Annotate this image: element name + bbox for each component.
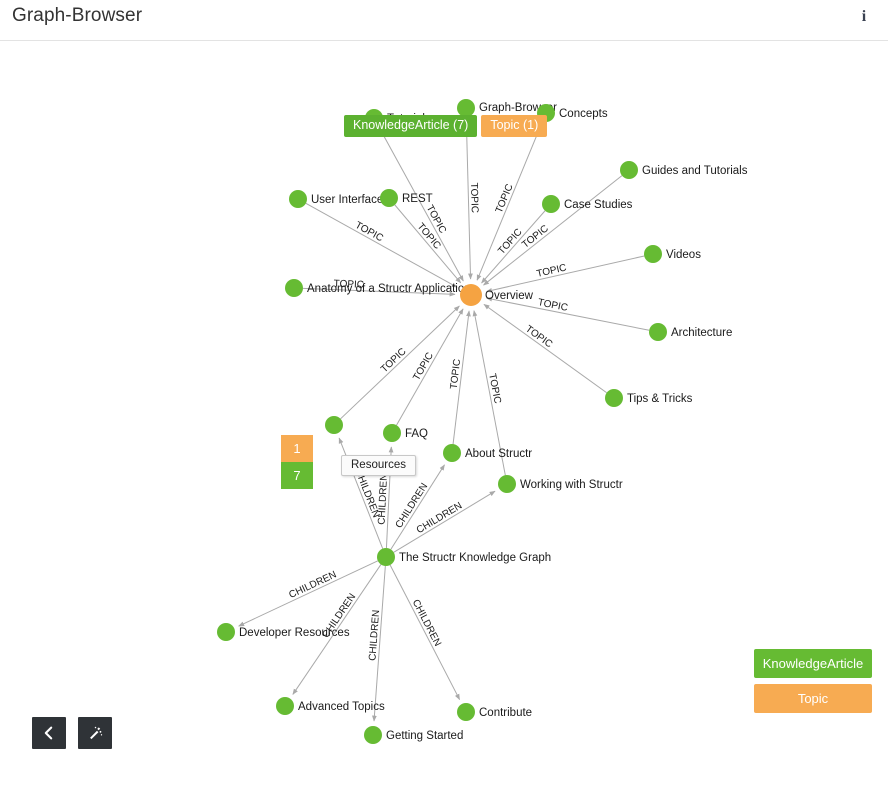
nodes-layer: TutorialsGraph-BrowserConceptsGuides and… bbox=[217, 99, 748, 744]
graph-node[interactable] bbox=[217, 623, 235, 641]
type-filter-chips: KnowledgeArticle (7) Topic (1) bbox=[344, 115, 548, 137]
app-header: Graph-Browser i bbox=[0, 0, 888, 41]
graph-node-label: Getting Started bbox=[386, 730, 463, 742]
graph-node[interactable] bbox=[498, 475, 516, 493]
page-title: Graph-Browser bbox=[12, 5, 143, 26]
graph-node[interactable] bbox=[383, 424, 401, 442]
edge-label: CHILDREN bbox=[287, 569, 338, 601]
node-tooltip: Resources bbox=[341, 455, 416, 476]
graph-node-label: About Structr bbox=[465, 448, 532, 460]
graph-node-label: FAQ bbox=[405, 428, 428, 440]
graph-node[interactable] bbox=[289, 190, 307, 208]
graph-node-label: Tips & Tricks bbox=[627, 393, 693, 405]
graph-node[interactable] bbox=[377, 548, 395, 566]
graph-node[interactable] bbox=[380, 189, 398, 207]
graph-node-label: Case Studies bbox=[564, 199, 633, 211]
graph-node[interactable] bbox=[644, 245, 662, 263]
legend-item-green[interactable]: KnowledgeArticle bbox=[754, 649, 872, 678]
graph-node[interactable] bbox=[542, 195, 560, 213]
graph-node-label: REST bbox=[402, 193, 433, 205]
graph-node[interactable] bbox=[276, 697, 294, 715]
type-chip-1[interactable]: Topic (1) bbox=[481, 115, 548, 137]
counter-orange[interactable]: 1 bbox=[281, 435, 313, 462]
graph-node[interactable] bbox=[325, 416, 343, 434]
magic-wand-icon bbox=[89, 726, 102, 739]
graph-node-label: Contribute bbox=[479, 707, 532, 719]
edge-label: TOPIC bbox=[353, 220, 385, 244]
legend-item-orange[interactable]: Topic bbox=[754, 684, 872, 713]
edge-label: TOPIC bbox=[449, 358, 464, 389]
graph-node[interactable] bbox=[285, 279, 303, 297]
edge-label: TOPIC bbox=[494, 183, 516, 215]
info-icon[interactable]: i bbox=[856, 6, 872, 28]
counter-green[interactable]: 7 bbox=[281, 462, 313, 489]
graph-node-label: User Interface bbox=[311, 194, 383, 206]
graph-node[interactable] bbox=[620, 161, 638, 179]
chevron-left-icon bbox=[44, 726, 53, 740]
edge-label: TOPIC bbox=[468, 183, 480, 214]
back-button[interactable] bbox=[32, 717, 66, 749]
graph-node-label: Anatomy of a Structr Application bbox=[307, 283, 471, 295]
graph-node-label: Guides and Tutorials bbox=[642, 165, 748, 177]
graph-canvas[interactable]: TOPIC TOPIC TOPIC TOPIC TOPIC TOPIC TOPIC TOPIC… bbox=[0, 41, 888, 761]
edge-label: TOPIC bbox=[520, 223, 551, 250]
node-counters: 17 bbox=[281, 435, 313, 489]
graph-node-label: Overview bbox=[485, 290, 534, 302]
type-legend: KnowledgeArticle Topic bbox=[754, 649, 872, 713]
graph-node-label: Working with Structr bbox=[520, 479, 623, 491]
edge-label: TOPIC bbox=[523, 324, 554, 351]
graph-node-label: Architecture bbox=[671, 327, 732, 339]
graph-node-label: Advanced Topics bbox=[298, 701, 385, 713]
graph-node[interactable] bbox=[649, 323, 667, 341]
graph-browser-app: Graph-Browser i TOPIC TOPIC TOPIC TOPIC TOPI… bbox=[0, 0, 888, 802]
edge-label: TOPIC bbox=[379, 346, 409, 375]
graph-node-label: Concepts bbox=[559, 108, 608, 120]
type-chip-0[interactable]: KnowledgeArticle (7) bbox=[344, 115, 478, 137]
graph-toolbar bbox=[32, 717, 112, 749]
graph-node[interactable] bbox=[457, 703, 475, 721]
edge-label: CHILDREN bbox=[415, 500, 464, 536]
graph-node[interactable] bbox=[364, 726, 382, 744]
graph-node-label: Developer Resources bbox=[239, 627, 350, 639]
graph-node[interactable] bbox=[605, 389, 623, 407]
edge-label: CHILDREN bbox=[410, 598, 443, 648]
edge-label: CHILDREN bbox=[367, 609, 382, 661]
graph-node-label: The Structr Knowledge Graph bbox=[399, 552, 551, 564]
graph-node[interactable] bbox=[443, 444, 461, 462]
graph-node-label: Videos bbox=[666, 249, 701, 261]
layout-button[interactable] bbox=[78, 717, 112, 749]
graph-node[interactable] bbox=[460, 284, 482, 306]
